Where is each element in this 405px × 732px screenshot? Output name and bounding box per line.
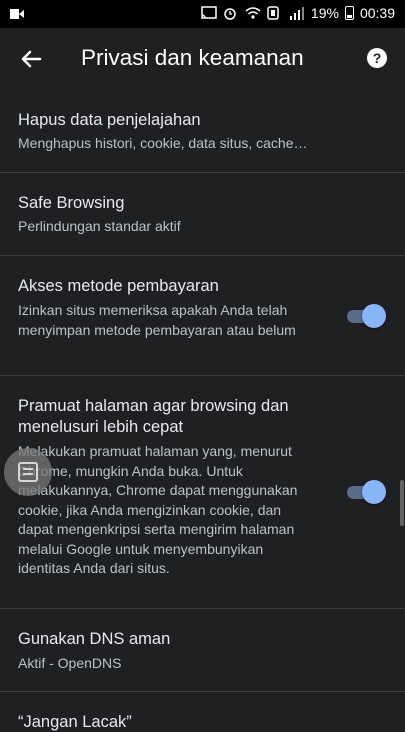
clock: 00:39 <box>359 5 395 21</box>
list-item-do-not-track[interactable]: “Jangan Lacak” <box>0 692 405 732</box>
preload-pages-toggle[interactable] <box>347 479 386 505</box>
battery-percent: 19% <box>310 5 339 21</box>
wifi-icon <box>245 6 261 20</box>
menu-icon <box>18 462 38 482</box>
page-title: Privasi dan keamanan <box>81 45 304 70</box>
item-subtitle: Aktif - OpenDNS <box>18 655 122 671</box>
floating-menu-icon[interactable] <box>4 448 52 496</box>
item-title: Safe Browsing <box>18 194 125 212</box>
settings-list: Hapus data penjelajahan Menghapus histor… <box>0 90 405 732</box>
signal-icon <box>289 6 305 20</box>
battery-icon <box>344 6 354 20</box>
list-item-preload-pages[interactable]: Pramuat halaman agar browsing dan menelu… <box>0 376 405 609</box>
cast-icon <box>201 6 217 20</box>
list-item-safe-browsing[interactable]: Safe Browsing Perlindungan standar aktif <box>0 173 405 256</box>
item-subtitle: Perlindungan standar aktif <box>18 218 181 234</box>
list-item-clear-browsing-data[interactable]: Hapus data penjelajahan Menghapus histor… <box>0 90 405 173</box>
nfc-icon <box>267 6 283 20</box>
alarm-icon <box>223 6 239 20</box>
item-title: Gunakan DNS aman <box>18 630 171 648</box>
payment-methods-toggle[interactable] <box>347 303 386 329</box>
video-camera-icon <box>10 6 24 22</box>
app-bar: Privasi dan keamanan ? <box>0 28 405 90</box>
item-subtitle: Menghapus histori, cookie, data situs, c… <box>18 135 308 151</box>
item-title: “Jangan Lacak” <box>18 713 132 731</box>
item-title: Akses metode pembayaran <box>18 277 219 295</box>
help-icon[interactable]: ? <box>367 48 387 68</box>
toggle-thumb <box>362 304 386 328</box>
item-title-line2: menelusuri lebih cepat <box>18 418 184 436</box>
toggle-thumb <box>362 480 386 504</box>
scrollbar[interactable] <box>400 480 404 526</box>
item-subtitle: Melakukan pramuat halaman yang, menurut … <box>18 443 298 576</box>
status-bar: 19% 00:39 <box>0 0 405 28</box>
back-arrow-icon[interactable] <box>16 44 46 74</box>
item-title-line1: Pramuat halaman agar browsing dan <box>18 397 289 415</box>
item-title: Hapus data penjelajahan <box>18 111 201 129</box>
list-item-payment-methods[interactable]: Akses metode pembayaran Izinkan situs me… <box>0 256 405 376</box>
item-subtitle: Izinkan situs memeriksa apakah Anda tela… <box>18 302 296 338</box>
list-item-secure-dns[interactable]: Gunakan DNS aman Aktif - OpenDNS <box>0 609 405 692</box>
